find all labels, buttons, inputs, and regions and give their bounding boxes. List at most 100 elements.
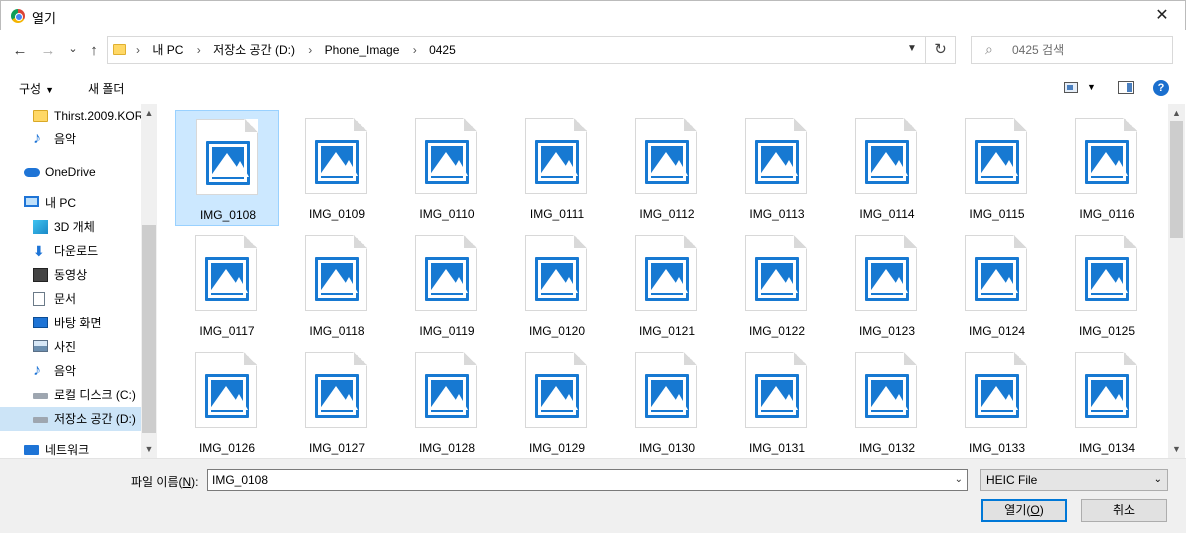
file-item[interactable]: IMG_0133 [945,344,1049,458]
scroll-thumb[interactable] [142,225,156,433]
file-item[interactable]: IMG_0113 [725,110,829,226]
sidebar-scrollbar[interactable]: ▲ ▼ [141,104,157,458]
picture-icon [33,340,48,352]
cancel-button[interactable]: 취소 [1081,499,1167,522]
sidebar-item[interactable]: ⬇ 다운로드 [0,239,141,263]
scroll-up-arrow[interactable]: ▲ [1168,108,1185,118]
file-item[interactable]: IMG_0108 [175,110,279,226]
chevron-right-icon[interactable]: › [136,43,140,57]
breadcrumb-item[interactable]: 0425 [429,43,456,57]
file-item[interactable]: IMG_0109 [285,110,389,226]
breadcrumb-item[interactable]: 내 PC [152,43,183,57]
scroll-thumb[interactable] [1170,121,1183,238]
organize-label: 구성 [19,82,42,96]
back-button[interactable]: ← [10,41,30,61]
file-name: IMG_0132 [858,441,916,455]
file-item[interactable]: IMG_0110 [395,110,499,226]
caret-down-icon[interactable]: ▼ [1087,82,1096,92]
preview-pane-icon[interactable] [1118,81,1134,94]
file-item[interactable]: IMG_0127 [285,344,389,458]
sidebar-item[interactable]: 동영상 [0,263,141,287]
file-item[interactable]: IMG_0116 [1055,110,1159,226]
chevron-down-icon[interactable]: ⌄ [955,474,963,485]
file-page-icon [195,235,257,311]
file-name: IMG_0126 [198,441,256,455]
image-file-icon [755,374,799,418]
refresh-button[interactable]: ↻ [926,36,956,64]
file-item[interactable]: IMG_0128 [395,344,499,458]
breadcrumb-item[interactable]: Phone_Image [325,43,400,57]
sidebar-item[interactable]: ♪ 음악 [0,127,141,151]
file-page-icon [855,118,917,194]
organize-menu[interactable]: 구성 ▼ [19,80,54,97]
sidebar-item[interactable]: 로컬 디스크 (C:) [0,383,141,407]
file-item[interactable]: IMG_0119 [395,227,499,343]
file-item[interactable]: IMG_0132 [835,344,939,458]
file-item[interactable]: IMG_0120 [505,227,609,343]
search-box[interactable]: ⌕ [971,36,1173,64]
file-item[interactable]: IMG_0131 [725,344,829,458]
file-item[interactable]: IMG_0114 [835,110,939,226]
sidebar-item[interactable]: 3D 개체 [0,215,141,239]
file-item[interactable]: IMG_0115 [945,110,1049,226]
search-input[interactable] [1012,40,1162,60]
filename-combobox[interactable]: ⌄ [207,469,968,491]
file-page-icon [196,119,258,195]
new-folder-button[interactable]: 새 폴더 [88,80,124,97]
address-bar[interactable]: › 내 PC › 저장소 공간 (D:) › Phone_Image › 042… [107,36,926,64]
file-item[interactable]: IMG_0129 [505,344,609,458]
sidebar-item[interactable]: 네트워크 [0,438,141,458]
help-icon[interactable]: ? [1153,80,1169,96]
file-list-scrollbar[interactable]: ▲ ▼ [1168,104,1185,458]
sidebar-item[interactable]: 바탕 화면 [0,311,141,335]
file-item[interactable]: IMG_0134 [1055,344,1159,458]
chevron-down-icon[interactable]: ▼ [907,43,919,55]
file-item[interactable]: IMG_0118 [285,227,389,343]
close-button[interactable]: ✕ [1139,1,1185,31]
sidebar-item[interactable]: Thirst.2009.KOR [0,104,143,128]
file-name: IMG_0113 [749,207,805,221]
open-accesskey: O [1030,503,1040,517]
up-button[interactable]: ↑ [84,41,104,61]
file-item[interactable]: IMG_0117 [175,227,279,343]
sidebar-item[interactable]: 내 PC [0,191,141,215]
filename-input[interactable] [212,472,932,488]
file-item[interactable]: IMG_0121 [615,227,719,343]
sidebar-item[interactable]: 사진 [0,335,141,359]
navigation-pane: Thirst.2009.KOR ♪ 음악 OneDrive 내 PC 3D 개체 ⬇ 다운로드… [0,104,157,458]
open-button[interactable]: 열기(O) [981,499,1067,522]
filename-label-text: 파일 이름( [131,475,183,489]
forward-button[interactable]: → [38,41,58,61]
file-item[interactable]: IMG_0123 [835,227,939,343]
chevron-right-icon[interactable]: › [413,43,417,57]
chevron-right-icon[interactable]: › [308,43,312,57]
sidebar-item-label: OneDrive [45,165,96,179]
file-item[interactable]: IMG_0125 [1055,227,1159,343]
file-item[interactable]: IMG_0112 [615,110,719,226]
file-name: IMG_0127 [308,441,366,455]
file-item[interactable]: IMG_0126 [175,344,279,458]
file-item[interactable]: IMG_0124 [945,227,1049,343]
image-file-icon [755,257,799,301]
view-options-icon[interactable] [1064,82,1078,93]
scroll-down-arrow[interactable]: ▼ [141,444,157,454]
chevron-right-icon[interactable]: › [197,43,201,57]
sidebar-item-label: 동영상 [54,268,88,282]
image-file-icon [755,140,799,184]
open-label-end: ) [1039,503,1044,517]
breadcrumb-item[interactable]: 저장소 공간 (D:) [213,43,295,57]
sidebar-item[interactable]: 문서 [0,287,141,311]
file-item[interactable]: IMG_0111 [505,110,609,226]
recent-locations-button[interactable]: ⌄ [63,39,83,59]
scroll-down-arrow[interactable]: ▼ [1168,444,1185,454]
file-item[interactable]: IMG_0130 [615,344,719,458]
sidebar-item-label: 바탕 화면 [54,316,102,330]
file-type-select[interactable]: HEIC File ⌄ [980,469,1168,491]
scroll-up-arrow[interactable]: ▲ [141,108,157,118]
sidebar-item[interactable]: 저장소 공간 (D:) [0,407,141,431]
file-name: IMG_0118 [309,324,365,338]
open-label: 열기( [1004,503,1031,517]
sidebar-item[interactable]: OneDrive [0,160,141,184]
file-item[interactable]: IMG_0122 [725,227,829,343]
sidebar-item[interactable]: ♪ 음악 [0,359,141,383]
